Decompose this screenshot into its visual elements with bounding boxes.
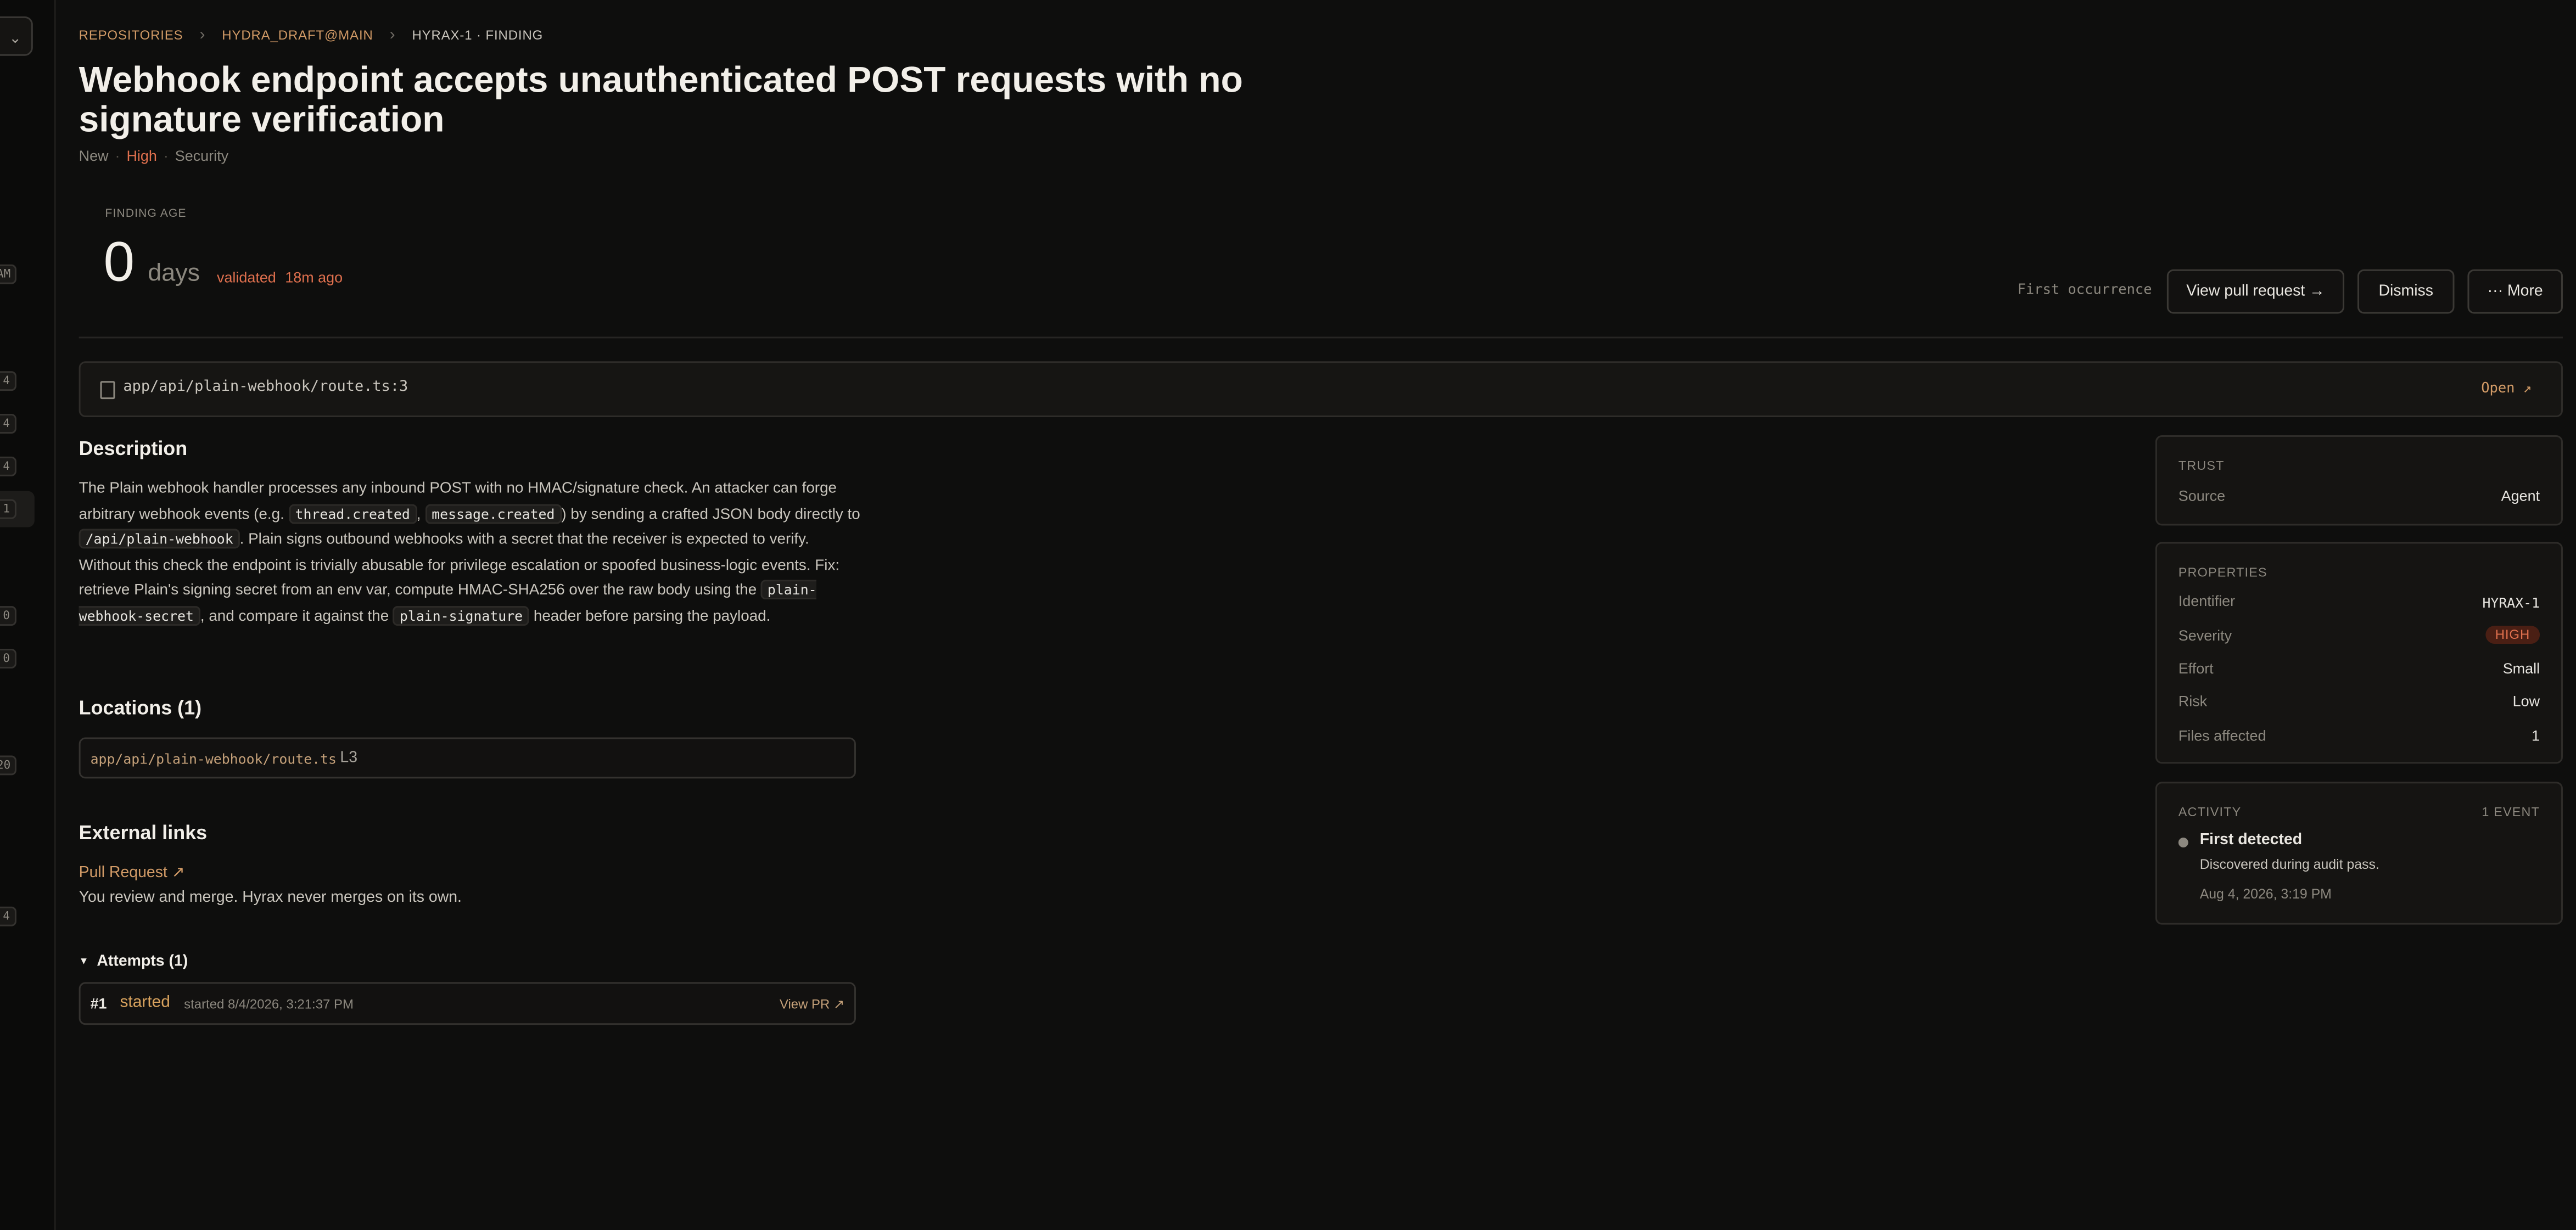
file-bar: app/api/plain-webhook/route.ts:3 Open ↗ [79, 361, 2563, 418]
attempt-number: #1 [90, 995, 107, 1012]
attempt-row: #1 started started 8/4/2026, 3:21:37 PM … [79, 982, 856, 1025]
code-snippet: message.created [425, 503, 562, 524]
app-frame: ⌄ AM 4 4 4 1 0 0 20 4 REPOSITORIES › HYD… [0, 0, 2576, 1230]
source-label: Source [2178, 487, 2226, 504]
sidebar-badge[interactable]: 4 [0, 414, 16, 434]
separator-dot: · [163, 148, 169, 165]
view-pull-request-button[interactable]: View pull request → [2166, 269, 2345, 314]
risk-label: Risk [2178, 693, 2208, 710]
sidebar-badge[interactable]: 4 [0, 906, 16, 926]
event-title: First detected [2199, 831, 2303, 850]
files-affected-value: 1 [2532, 727, 2540, 744]
attempts-heading: Attempts (1) [97, 952, 188, 971]
risk-value: Low [2512, 693, 2540, 710]
file-icon [100, 381, 115, 400]
dismiss-button[interactable]: Dismiss [2357, 269, 2455, 314]
code-snippet: plain-signature [393, 605, 530, 625]
sidebar-badge[interactable]: AM [0, 264, 18, 284]
severity-label: Severity [2178, 627, 2232, 644]
chevron-down-icon: ⌄ [9, 29, 21, 46]
validated-label: validated [216, 269, 276, 286]
code-snippet: /api/plain-webhook [79, 529, 240, 549]
view-pr-link[interactable]: View PR ↗ [780, 997, 844, 1012]
event-time: Aug 4, 2026, 3:19 PM [2199, 885, 2332, 902]
more-button[interactable]: ··· More [2467, 269, 2563, 314]
files-affected-label: Files affected [2178, 727, 2266, 744]
breadcrumb-repositories[interactable]: REPOSITORIES [79, 28, 183, 43]
separator-dot: · [115, 148, 120, 165]
sidebar-badge[interactable]: 0 [0, 648, 16, 669]
trust-panel: TRUST Source Agent [2155, 435, 2563, 526]
first-occurrence-label: First occurrence [2017, 282, 2152, 299]
finding-age-value: 0 [103, 231, 135, 294]
effort-value: Small [2502, 660, 2540, 677]
chevron-right-icon: › [389, 26, 396, 44]
attempt-status: started [120, 993, 170, 1012]
timeline-dot-icon [2178, 838, 2188, 848]
open-file-link[interactable]: Open ↗ [2481, 381, 2532, 397]
activity-title: ACTIVITY [2178, 805, 2242, 820]
properties-title: PROPERTIES [2178, 565, 2267, 580]
locations-heading: Locations (1) [79, 696, 202, 720]
chevron-right-icon: › [199, 26, 206, 44]
finding-age-unit: days [148, 259, 200, 288]
breadcrumb-repo[interactable]: HYDRA_DRAFT@MAIN [222, 28, 373, 43]
finding-tags: New · High · Security [79, 148, 228, 164]
page-title: Webhook endpoint accepts unauthenticated… [79, 59, 1243, 140]
identifier-value: HYRAX-1 [2482, 594, 2540, 611]
activity-count: 1 EVENT [2482, 805, 2540, 820]
location-item[interactable]: app/api/plain-webhook/route.ts L3 [79, 737, 856, 779]
sidebar-badge[interactable]: 20 [0, 755, 18, 776]
sidebar-badge[interactable]: 0 [0, 606, 16, 626]
attempt-time: started 8/4/2026, 3:21:37 PM [184, 997, 354, 1012]
breadcrumb: REPOSITORIES › HYDRA_DRAFT@MAIN › HYRAX-… [79, 26, 544, 44]
description-heading: Description [79, 436, 188, 460]
severity-badge: HIGH [2485, 626, 2540, 644]
validated-time: 18m ago [285, 269, 343, 286]
location-line: L3 [340, 749, 358, 767]
trust-title: TRUST [2178, 458, 2225, 473]
attempts-toggle[interactable]: ▼ Attempts (1) [79, 953, 188, 971]
effort-label: Effort [2178, 660, 2214, 677]
sidebar-badge[interactable]: 4 [0, 456, 16, 476]
breadcrumb-current: HYRAX-1 · FINDING [412, 27, 544, 43]
pull-request-link[interactable]: Pull Request ↗ [79, 864, 185, 882]
file-path: app/api/plain-webhook/route.ts:3 [123, 379, 408, 396]
sidebar-badge[interactable]: 4 [0, 371, 16, 391]
sidebar: ⌄ AM 4 4 4 1 0 0 20 4 [0, 0, 56, 1230]
activity-panel: ACTIVITY 1 EVENT First detected Discover… [2155, 782, 2563, 925]
sidebar-badge[interactable]: 1 [0, 499, 16, 519]
external-links-heading: External links [79, 821, 208, 845]
status-tag: New [79, 148, 109, 165]
category-tag: Security [175, 148, 229, 165]
identifier-label: Identifier [2178, 593, 2236, 610]
triangle-down-icon: ▼ [79, 957, 89, 968]
divider [79, 336, 2563, 339]
source-value: Agent [2501, 487, 2540, 504]
workspace-select[interactable]: ⌄ [0, 16, 33, 56]
finding-age-label: FINDING AGE [105, 209, 187, 220]
external-links-note: You review and merge. Hyrax never merges… [79, 888, 462, 907]
event-description: Discovered during audit pass. [2199, 855, 2379, 872]
code-snippet: thread.created [288, 503, 417, 524]
properties-panel: PROPERTIES Identifier HYRAX-1 Severity H… [2155, 542, 2563, 764]
validated-status: validated 18m ago [217, 269, 343, 286]
severity-tag: High [126, 148, 157, 165]
location-path: app/api/plain-webhook/route.ts [90, 750, 337, 767]
description-text: The Plain webhook handler processes any … [79, 476, 864, 629]
